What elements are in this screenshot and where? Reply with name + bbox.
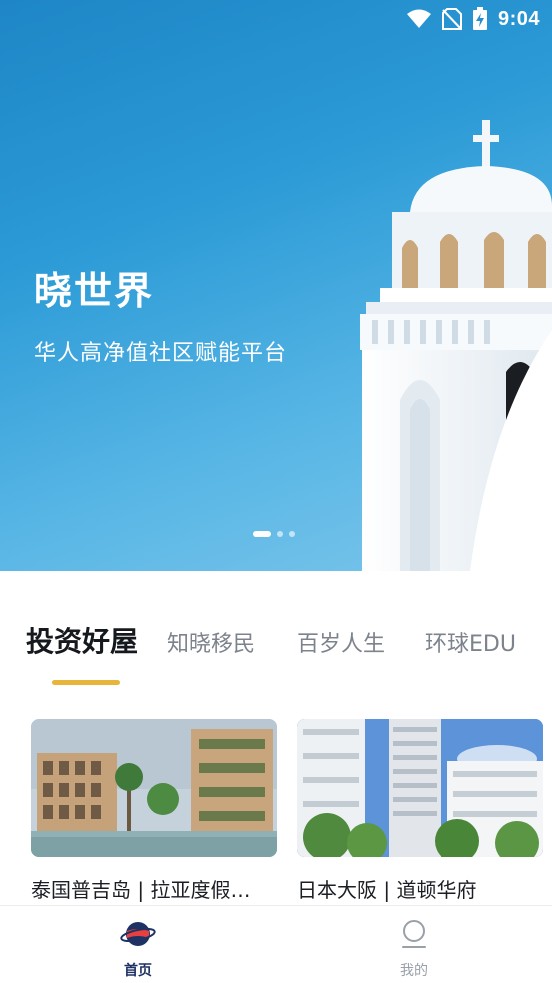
hero-subtitle: 华人高净值社区赋能平台 — [34, 341, 288, 366]
carousel-dot[interactable] — [277, 531, 283, 537]
property-card[interactable]: 泰国普吉岛 | 拉亚度假… — [31, 719, 277, 904]
hero-title: 晓世界 — [34, 269, 155, 313]
planet-icon — [120, 918, 156, 954]
carousel-indicator — [253, 531, 295, 537]
no-sim-icon — [441, 8, 462, 30]
nav-home[interactable]: 首页 — [98, 918, 178, 980]
tab-immigration[interactable]: 知晓移民 — [167, 621, 255, 669]
tab-longevity[interactable]: 百岁人生 — [297, 621, 385, 669]
bottom-navigation: 首页 我的 — [0, 905, 552, 983]
property-image-phuket — [31, 719, 277, 857]
carousel-dot[interactable] — [289, 531, 295, 537]
hero-banner[interactable]: 9:04 晓世界 华人高净值社区赋能平台 — [0, 0, 552, 571]
nav-profile-label: 我的 — [400, 963, 428, 979]
nav-home-label: 首页 — [124, 963, 152, 979]
property-image-osaka — [297, 719, 543, 857]
battery-charging-icon — [472, 7, 488, 31]
status-bar: 9:04 — [0, 0, 552, 38]
tab-active-indicator — [52, 680, 120, 685]
profile-icon — [398, 918, 430, 954]
wifi-icon — [406, 9, 432, 29]
carousel-dot-active[interactable] — [253, 531, 271, 537]
tab-invest-house[interactable]: 投资好屋 — [26, 618, 138, 666]
property-title: 泰国普吉岛 | 拉亚度假… — [31, 878, 251, 902]
property-card[interactable]: 日本大阪 | 道顿华府 — [297, 719, 543, 904]
tab-global-edu[interactable]: 环球EDU — [425, 621, 516, 669]
nav-profile[interactable]: 我的 — [374, 918, 454, 980]
property-title: 日本大阪 | 道顿华府 — [297, 878, 477, 902]
status-time: 9:04 — [497, 7, 540, 30]
category-tabs: 投资好屋 知晓移民 百岁人生 环球EDU — [0, 618, 552, 668]
